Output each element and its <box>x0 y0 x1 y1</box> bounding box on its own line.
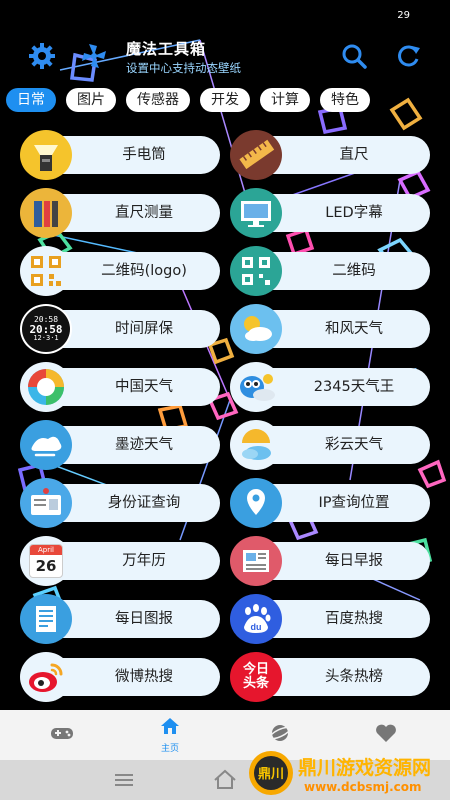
calendar-icon: April 26 <box>20 536 72 586</box>
tool-qrcode-logo[interactable]: 二维码(logo) <box>20 246 220 296</box>
category-tabs: 日常 图片 传感器 开发 计算 特色 <box>6 88 450 114</box>
watermark-title: 鼎川游戏资源网 <box>298 757 432 779</box>
tool-caiyun-weather[interactable]: 彩云天气 <box>230 420 430 470</box>
tool-ruler-measure[interactable]: 直尺测量 <box>20 188 220 238</box>
tool-china-weather[interactable]: 中国天气 <box>20 362 220 412</box>
china-weather-icon <box>20 362 72 412</box>
search-icon[interactable] <box>338 40 370 72</box>
document-icon <box>20 594 72 644</box>
umbrella-cloud-icon <box>230 420 282 470</box>
tool-ruler[interactable]: 直尺 <box>230 130 430 180</box>
led-monitor-icon <box>230 188 282 238</box>
qrcode-icon <box>230 246 282 296</box>
watermark-logo-icon: 鼎川 <box>249 751 293 795</box>
heart-icon <box>375 723 397 747</box>
ruler-icon <box>230 130 282 180</box>
clock-screensaver-icon: 20:58 20:58 12·3·1 <box>20 304 72 354</box>
tool-calendar[interactable]: April 26 万年历 <box>20 536 220 586</box>
app-subtitle[interactable]: 设置中心支持动态壁纸 <box>126 60 241 76</box>
tool-toutiao-hot-list[interactable]: 今日头条 头条热榜 <box>230 652 430 702</box>
baidu-icon: du <box>230 594 282 644</box>
bird-weather-icon <box>230 362 282 412</box>
tool-id-card-query[interactable]: 身份证查询 <box>20 478 220 528</box>
tool-led-subtitle[interactable]: LED字幕 <box>230 188 430 238</box>
nav-home-label: 主页 <box>160 743 179 754</box>
watermark: 鼎川 鼎川游戏资源网 www.dcbsmj.com <box>246 745 446 799</box>
tool-qrcode[interactable]: 二维码 <box>230 246 430 296</box>
app-title: 魔法工具箱 <box>126 40 207 58</box>
tool-weibo-hot-search[interactable]: 微博热搜 <box>20 652 220 702</box>
tab-featured[interactable]: 特色 <box>320 88 370 112</box>
refresh-icon[interactable] <box>392 40 424 72</box>
svg-text:du: du <box>251 622 262 632</box>
flashlight-icon <box>20 130 72 180</box>
newspaper-icon <box>230 536 282 586</box>
tab-development[interactable]: 开发 <box>200 88 250 112</box>
location-pin-icon <box>230 478 282 528</box>
toutiao-icon: 今日头条 <box>230 652 282 702</box>
tab-calculate[interactable]: 计算 <box>260 88 310 112</box>
ruler-measure-icon <box>20 188 72 238</box>
home-icon <box>160 717 180 739</box>
menu-icon[interactable] <box>114 772 134 792</box>
tab-daily[interactable]: 日常 <box>6 88 56 112</box>
tab-sensors[interactable]: 传感器 <box>126 88 190 112</box>
tool-daily-picture-news[interactable]: 每日图报 <box>20 594 220 644</box>
qrcode-logo-icon <box>20 246 72 296</box>
nav-games[interactable] <box>22 710 102 760</box>
svg-text:鼎川: 鼎川 <box>258 767 284 782</box>
cloud-wind-icon <box>20 420 72 470</box>
gamepad-icon <box>50 725 74 745</box>
home-system-icon[interactable] <box>213 768 237 794</box>
status-bar-time: 29 <box>397 10 410 21</box>
sun-cloud-icon <box>230 304 282 354</box>
tool-2345-weather[interactable]: 2345天气王 <box>230 362 430 412</box>
app-header: 魔法工具箱 设置中心支持动态壁纸 <box>0 36 450 80</box>
tab-images[interactable]: 图片 <box>66 88 116 112</box>
tool-ip-location[interactable]: IP查询位置 <box>230 478 430 528</box>
nav-home[interactable]: 主页 <box>130 710 210 760</box>
tool-hefeng-weather[interactable]: 和风天气 <box>230 304 430 354</box>
weibo-icon <box>20 652 72 702</box>
tool-daily-news[interactable]: 每日早报 <box>230 536 430 586</box>
fan-icon[interactable] <box>78 40 110 72</box>
id-card-icon <box>20 478 72 528</box>
tool-moji-weather[interactable]: 墨迹天气 <box>20 420 220 470</box>
tool-flashlight[interactable]: 手电筒 <box>20 130 220 180</box>
settings-gear-icon[interactable] <box>26 40 58 72</box>
watermark-url: www.dcbsmj.com <box>304 780 422 794</box>
tool-baidu-hot-search[interactable]: du 百度热搜 <box>230 594 430 644</box>
tool-clock-screensaver[interactable]: 20:58 20:58 12·3·1 时间屏保 <box>20 304 220 354</box>
